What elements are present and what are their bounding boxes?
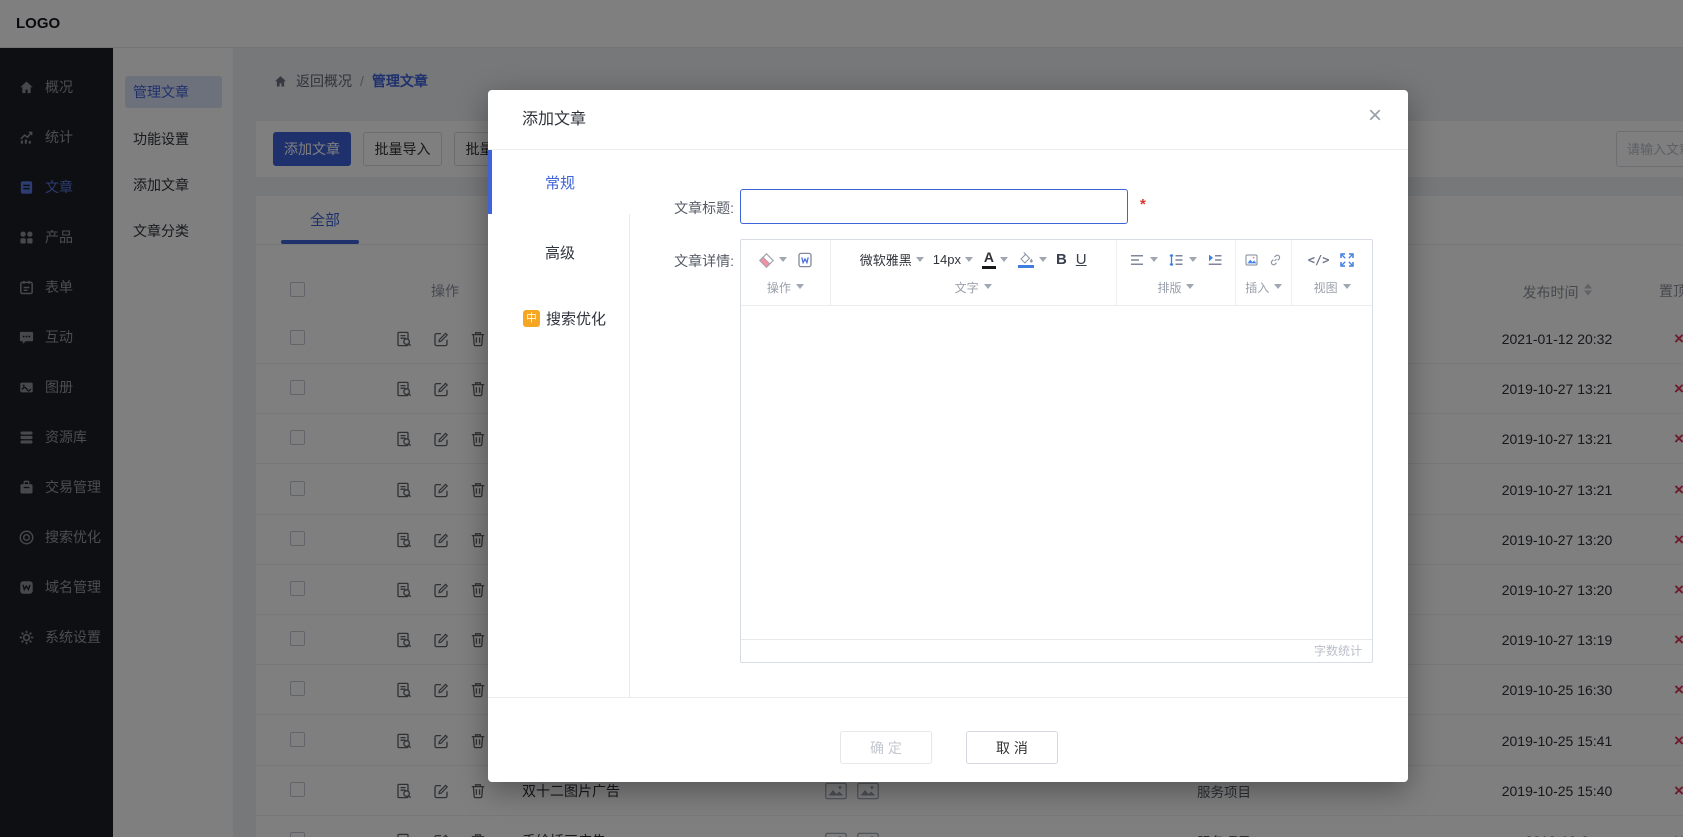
chevron-down-icon xyxy=(796,284,804,293)
eraser-icon[interactable] xyxy=(757,251,775,269)
chevron-down-icon xyxy=(1274,284,1282,293)
modal-footer-divider xyxy=(488,697,1408,698)
chevron-down-icon[interactable] xyxy=(965,257,973,266)
article-title-label: 文章标题: xyxy=(608,198,734,218)
font-family-select[interactable]: 微软雅黑 xyxy=(860,250,912,269)
bold-button[interactable]: B xyxy=(1056,251,1067,268)
indent-icon[interactable] xyxy=(1206,251,1224,269)
modal-tab-seo[interactable]: 中 搜索优化 xyxy=(488,296,630,340)
modal-header: 添加文章 × xyxy=(488,90,1408,150)
group-label-insert[interactable]: 插入 xyxy=(1236,279,1291,305)
toolbar-group-view: </> 视图 xyxy=(1292,240,1372,305)
toolbar-group-layout: 排版 xyxy=(1117,240,1237,305)
highlight-color-button[interactable] xyxy=(1017,251,1035,268)
word-import-icon[interactable] xyxy=(796,251,814,269)
link-icon[interactable] xyxy=(1268,251,1283,269)
tab-rail-divider xyxy=(629,214,630,697)
chevron-down-icon[interactable] xyxy=(916,257,924,266)
chevron-down-icon[interactable] xyxy=(1189,257,1197,266)
toolbar-group-actions: 操作 xyxy=(741,240,831,305)
article-title-input[interactable] xyxy=(740,189,1128,224)
required-mark: * xyxy=(1140,196,1146,213)
toolbar-group-text: 微软雅黑 14px A B U 文字 xyxy=(831,240,1117,305)
chevron-down-icon[interactable] xyxy=(1000,257,1008,266)
screen: LOGO 概况 统计 文章 产品 表单 互动 图册 资源库 交易管理 搜索优化 … xyxy=(0,0,1683,837)
seo-badge: 中 xyxy=(523,310,540,327)
modal-tab-seo-label: 搜索优化 xyxy=(546,308,606,329)
editor-content-area[interactable] xyxy=(741,306,1372,639)
rich-text-editor: 操作 微软雅黑 14px A B U 文字 xyxy=(740,239,1373,663)
word-count: 字数统计 xyxy=(741,639,1372,662)
group-label-text[interactable]: 文字 xyxy=(831,279,1116,305)
chevron-down-icon[interactable] xyxy=(1039,257,1047,266)
chevron-down-icon[interactable] xyxy=(779,257,787,266)
code-view-button[interactable]: </> xyxy=(1308,253,1330,267)
font-color-button[interactable]: A xyxy=(982,250,996,269)
chevron-down-icon[interactable] xyxy=(1150,257,1158,266)
group-label-view[interactable]: 视图 xyxy=(1292,279,1372,305)
cancel-button[interactable]: 取 消 xyxy=(966,731,1058,764)
chevron-down-icon xyxy=(1343,284,1351,293)
fullscreen-icon[interactable] xyxy=(1338,251,1356,269)
font-size-select[interactable]: 14px xyxy=(933,252,961,267)
chevron-down-icon xyxy=(1186,284,1194,293)
close-icon[interactable]: × xyxy=(1368,104,1382,128)
chevron-down-icon xyxy=(984,284,992,293)
group-label-actions[interactable]: 操作 xyxy=(741,279,830,305)
align-icon[interactable] xyxy=(1128,251,1146,269)
toolbar-group-insert: 插入 xyxy=(1236,240,1292,305)
group-label-layout[interactable]: 排版 xyxy=(1117,279,1236,305)
bucket-icon xyxy=(1017,251,1035,264)
underline-button[interactable]: U xyxy=(1076,251,1087,268)
add-article-modal: 添加文章 × 常规 高级 中 搜索优化 文章标题: * 文章详情: xyxy=(488,90,1408,782)
editor-toolbar: 操作 微软雅黑 14px A B U 文字 xyxy=(741,240,1372,306)
confirm-button[interactable]: 确 定 xyxy=(840,731,932,764)
line-height-icon[interactable] xyxy=(1167,251,1185,269)
article-detail-label: 文章详情: xyxy=(608,251,734,271)
modal-title: 添加文章 xyxy=(522,90,586,150)
image-icon[interactable] xyxy=(1244,251,1259,269)
